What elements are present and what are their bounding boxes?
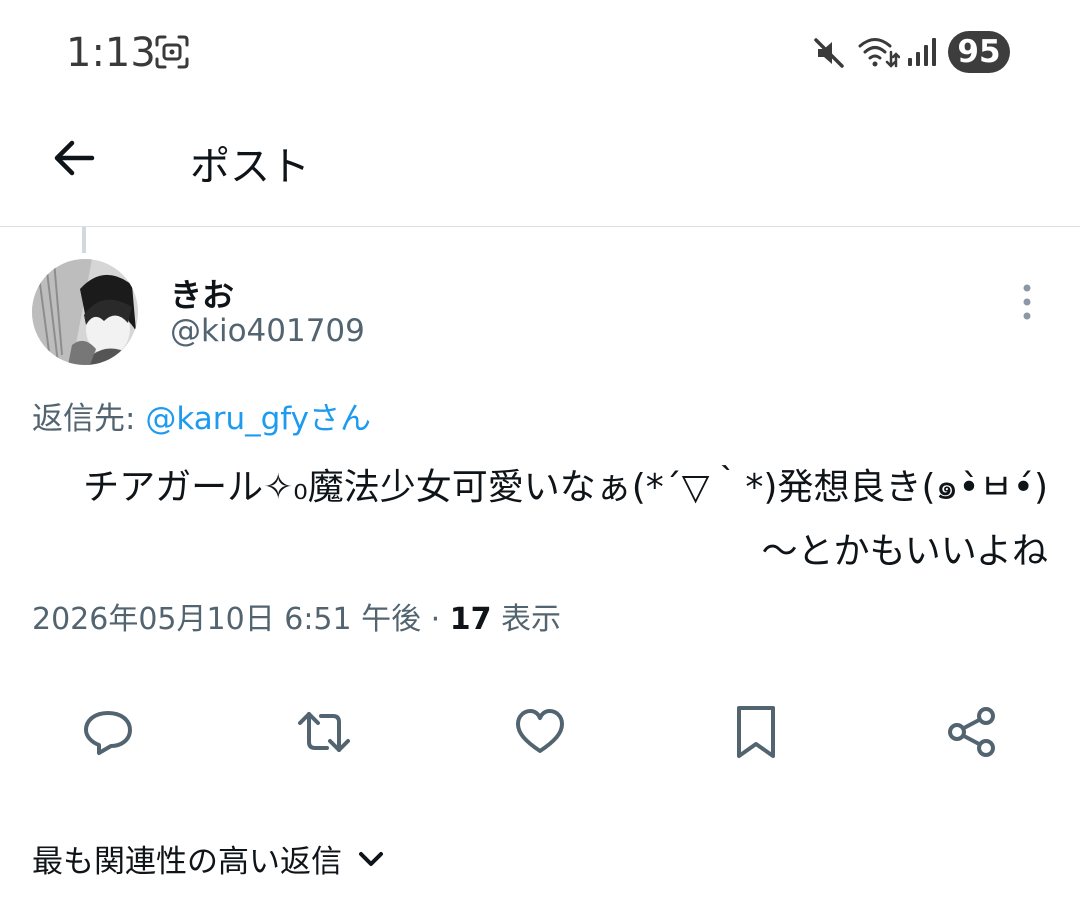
reply-icon xyxy=(84,711,132,755)
chevron-down-icon xyxy=(359,851,383,866)
thread-connector xyxy=(82,227,86,253)
display-name[interactable]: きお xyxy=(170,270,234,316)
reply-mention-link[interactable]: @karu_gfyさん xyxy=(145,401,371,437)
more-button[interactable] xyxy=(1012,282,1042,322)
share-icon xyxy=(948,707,995,757)
bookmark-icon xyxy=(737,706,775,758)
reply-button[interactable] xyxy=(80,704,136,760)
wifi-icon xyxy=(858,34,901,70)
tweet-meta: 2026年05月10日 6:51 午後 · 17 表示 xyxy=(32,594,561,638)
more-vertical-icon xyxy=(1023,284,1031,320)
reply-context: 返信先: @karu_gfyさん xyxy=(32,393,371,438)
heart-icon xyxy=(516,709,564,753)
bookmark-button[interactable] xyxy=(728,704,784,760)
views-label: 表示 xyxy=(491,602,562,637)
avatar[interactable] xyxy=(32,259,138,365)
arrow-left-icon xyxy=(54,140,95,176)
user-handle[interactable]: @kio401709 xyxy=(170,313,365,349)
status-time: 1:13 xyxy=(66,30,156,76)
tweet-date[interactable]: 2026年05月10日 6:51 午後 · xyxy=(32,602,450,637)
tweet-text: チアガール✧₀魔法少女可愛いなぁ(*´▽｀*)発想良き(๑•̀ㅂ•́) 〜とかも… xyxy=(32,456,1048,584)
retweet-icon xyxy=(298,712,350,752)
header-divider xyxy=(0,226,1080,227)
views-count: 17 xyxy=(449,602,492,637)
back-button[interactable] xyxy=(44,128,104,188)
retweet-button[interactable] xyxy=(296,704,352,760)
like-button[interactable] xyxy=(512,704,568,760)
mute-icon xyxy=(812,36,846,70)
battery-badge: 95 xyxy=(948,31,1010,73)
tweet-text-line: 〜とかもいいよね xyxy=(761,531,1048,572)
share-button[interactable] xyxy=(944,704,1000,760)
replies-sort-selector[interactable]: 最も関連性の高い返信 xyxy=(32,836,386,881)
page-title: ポスト xyxy=(190,144,310,190)
tweet-text-line: チアガール✧₀魔法少女可愛いなぁ(*´▽｀*)発想良き(๑•̀ㅂ•́) xyxy=(83,467,1048,508)
signal-icon xyxy=(906,36,938,68)
screen-record-icon xyxy=(154,34,190,70)
replies-sort-label: 最も関連性の高い返信 xyxy=(32,844,342,880)
reply-prefix: 返信先: xyxy=(32,401,146,437)
